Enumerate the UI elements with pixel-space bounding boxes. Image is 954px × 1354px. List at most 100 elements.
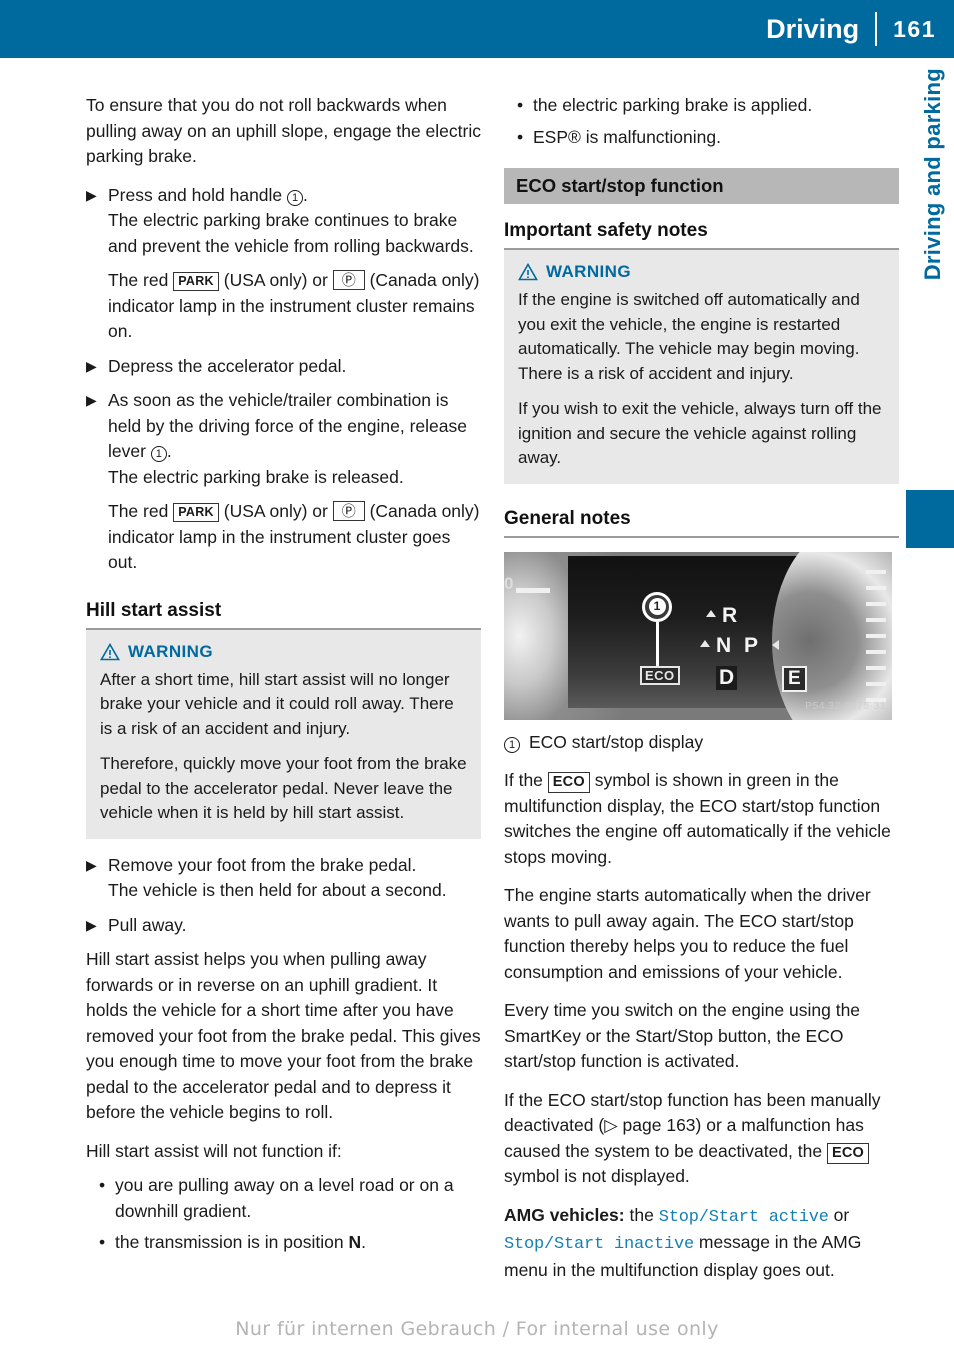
list-item-text-end: . bbox=[361, 1232, 366, 1252]
chapter-side-tab: Driving and parking bbox=[892, 58, 954, 578]
warning-box-eco: WARNING If the engine is switched off au… bbox=[504, 250, 899, 484]
callout-ref-1: 1 bbox=[150, 446, 167, 462]
figure-gear-r: R bbox=[722, 603, 738, 627]
paragraph-text-c: symbol is not displayed. bbox=[504, 1166, 690, 1186]
warning-box-hill-start: WARNING After a short time, hill start a… bbox=[86, 629, 481, 839]
figure-image-code: P54.32-9675-31 bbox=[805, 699, 886, 712]
step-result-1: The electric parking brake is released. bbox=[108, 466, 404, 487]
result-text-b: (USA only) or bbox=[223, 501, 328, 521]
warning-paragraph: If the engine is switched off automatica… bbox=[518, 290, 860, 383]
engine-restart-paragraph: The engine starts automatically when the… bbox=[504, 885, 871, 982]
step-result-2: The red PARK (USA only) or Ⓟ (Canada onl… bbox=[108, 268, 481, 345]
chapter-side-tab-label: Driving and parking bbox=[920, 68, 945, 281]
step-remove-foot: ▶ Remove your foot from the brake pedal.… bbox=[86, 853, 481, 904]
left-column: To ensure that you do not roll backwards… bbox=[86, 93, 481, 1269]
gear-position-n: N bbox=[348, 1232, 362, 1252]
step-arrow-icon: ▶ bbox=[86, 916, 97, 933]
figure-left-gauge-digit: 0 bbox=[504, 573, 514, 593]
hill-start-conditions-list: you are pulling away on a level road or … bbox=[86, 1173, 481, 1256]
paragraph-text-b: or bbox=[833, 1204, 850, 1225]
eco-symbol-icon: ECO bbox=[827, 1142, 870, 1164]
section-heading-eco-start-stop: ECO start/stop function bbox=[504, 168, 899, 204]
eco-symbol-icon: ECO bbox=[547, 772, 590, 793]
step-text-end: . bbox=[166, 441, 172, 461]
result-text-a: The red bbox=[108, 501, 169, 521]
warning-triangle-icon bbox=[518, 263, 538, 281]
step-text: Press and hold handle bbox=[108, 184, 283, 205]
heading-general-notes: General notes bbox=[504, 508, 899, 538]
step-arrow-icon: ▶ bbox=[86, 357, 97, 374]
chapter-side-tab-marker bbox=[906, 490, 954, 548]
header-section-title: Driving bbox=[766, 13, 860, 44]
parking-brake-lamp-icon: Ⓟ bbox=[332, 501, 365, 521]
figure-gear-arrow-up-n bbox=[700, 639, 710, 647]
warning-paragraph: After a short time, hill start assist wi… bbox=[100, 669, 454, 738]
figure-callout-number: 1 bbox=[648, 598, 666, 615]
step-arrow-icon: ▶ bbox=[86, 392, 97, 408]
step-body: Press and hold handle 1. The electric pa… bbox=[108, 183, 481, 345]
deactivation-paragraph: If the ECO start/stop function has been … bbox=[504, 1088, 899, 1190]
step-arrow-icon: ▶ bbox=[86, 856, 97, 873]
step-text-end: . bbox=[303, 184, 308, 205]
list-item-text: the transmission is in position bbox=[115, 1232, 344, 1252]
step-depress-accelerator: ▶ Depress the accelerator pedal. bbox=[86, 354, 481, 380]
right-column: the electric parking brake is applied. E… bbox=[504, 93, 899, 1296]
step-release-lever: ▶ As soon as the vehicle/trailer combina… bbox=[86, 388, 481, 576]
figure-callout-leader-line bbox=[656, 621, 659, 668]
step-result-2: The red PARK (USA only) or Ⓟ (Canada onl… bbox=[108, 499, 481, 576]
heading-hill-start-assist: Hill start assist bbox=[86, 600, 481, 630]
list-item: ESP® is malfunctioning. bbox=[517, 125, 899, 151]
step-text: Remove your foot from the brake pedal. bbox=[108, 854, 417, 875]
amg-label: AMG vehicles: bbox=[504, 1204, 625, 1225]
figure-gear-p: P bbox=[744, 633, 759, 657]
footer-watermark: Nur für internen Gebrauch / For internal… bbox=[235, 1318, 719, 1340]
hill-start-conditions-intro: Hill start assist will not function if: bbox=[86, 1140, 342, 1161]
list-item: you are pulling away on a level road or … bbox=[99, 1173, 481, 1224]
figure-legend-text: ECO start/stop display bbox=[529, 731, 704, 752]
step-arrow-icon: ▶ bbox=[86, 186, 97, 203]
eco-symbol-paragraph: If the ECO symbol is shown in green in t… bbox=[504, 768, 899, 870]
step-text: Depress the accelerator pedal. bbox=[108, 355, 347, 376]
warning-title: WARNING bbox=[546, 262, 631, 281]
figure-gear-arrow-up-r bbox=[706, 609, 716, 617]
warning-paragraph: Therefore, quickly move your foot from t… bbox=[100, 754, 467, 822]
figure-gear-e: E bbox=[782, 665, 807, 692]
heading-important-safety-notes: Important safety notes bbox=[504, 220, 899, 250]
warning-title: WARNING bbox=[128, 641, 213, 661]
header-content: Driving 161 bbox=[766, 0, 954, 58]
page-header-bar: Driving 161 bbox=[0, 0, 954, 58]
display-message-stop-start-inactive: Stop/Start inactive bbox=[504, 1235, 695, 1254]
cross-reference-arrow-icon: ▷ bbox=[604, 1115, 618, 1135]
warning-header: WARNING bbox=[518, 262, 885, 282]
figure-callout-marker-1: 1 bbox=[642, 591, 672, 622]
figure-left-gauge-needle bbox=[516, 587, 550, 593]
warning-triangle-icon bbox=[100, 642, 120, 660]
step-result-1: The electric parking brake continues to … bbox=[108, 210, 474, 256]
intro-paragraph: To ensure that you do not roll backwards… bbox=[86, 95, 481, 166]
result-text-b: (USA only) or bbox=[223, 270, 328, 290]
figure-gear-arrow-left-p bbox=[772, 639, 779, 650]
step-text: Pull away. bbox=[108, 914, 187, 935]
figure-gauge-ticks bbox=[826, 566, 886, 706]
figure-gear-n: N bbox=[716, 633, 732, 657]
figure-gear-d: D bbox=[716, 665, 738, 690]
page-number: 161 bbox=[893, 15, 936, 42]
step-body: As soon as the vehicle/trailer combinati… bbox=[108, 388, 481, 576]
list-item: the electric parking brake is applied. bbox=[517, 93, 899, 119]
parking-brake-lamp-icon: Ⓟ bbox=[332, 270, 365, 290]
step-press-hold-handle: ▶ Press and hold handle 1. The electric … bbox=[86, 183, 481, 345]
figure-legend: 1 ECO start/stop display bbox=[504, 730, 899, 756]
warning-paragraph: If you wish to exit the vehicle, always … bbox=[518, 399, 882, 467]
activation-paragraph: Every time you switch on the engine usin… bbox=[504, 1000, 861, 1071]
figure-eco-symbol: ECO bbox=[640, 665, 680, 685]
esp-conditions-list: the electric parking brake is applied. E… bbox=[504, 93, 899, 150]
paragraph-text-a: If the bbox=[504, 770, 543, 790]
park-lamp-icon: PARK bbox=[173, 503, 219, 522]
park-lamp-icon: PARK bbox=[173, 272, 219, 291]
display-message-stop-start-active: Stop/Start active bbox=[658, 1207, 829, 1227]
paragraph-text-a: the bbox=[629, 1204, 654, 1225]
step-body: Remove your foot from the brake pedal. T… bbox=[108, 853, 481, 904]
step-result: The vehicle is then held for about a sec… bbox=[108, 880, 447, 900]
callout-ref-1: 1 bbox=[504, 736, 520, 753]
instrument-cluster-figure: 0 1 ECO R N P D E P54.32-9675-31 bbox=[504, 551, 892, 720]
